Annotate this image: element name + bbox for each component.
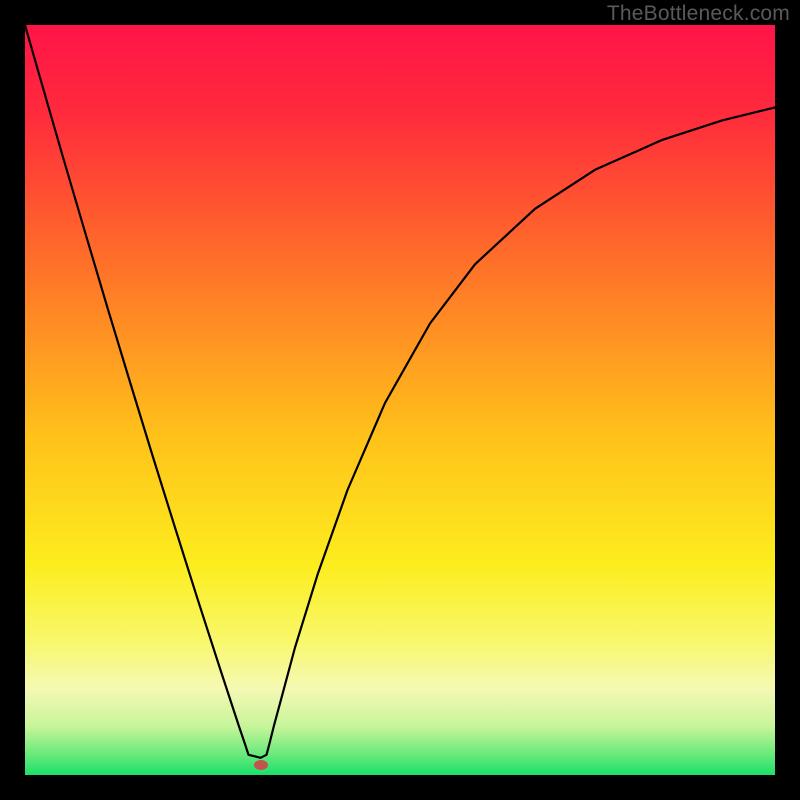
chart-stage: TheBottleneck.com bbox=[0, 0, 800, 800]
plot-area bbox=[25, 25, 775, 775]
optimal-point-marker bbox=[254, 760, 268, 770]
watermark-text: TheBottleneck.com bbox=[607, 2, 790, 26]
bottleneck-curve bbox=[25, 25, 775, 775]
